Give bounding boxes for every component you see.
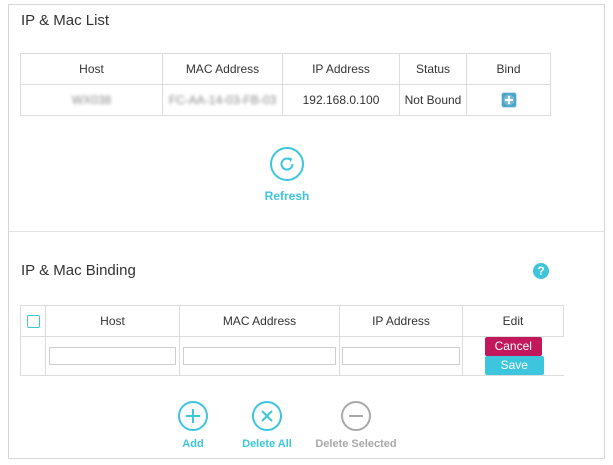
host-value: WX038 — [71, 93, 112, 107]
mac-value: FC-AA-14-03-FB-03 — [168, 93, 277, 107]
refresh-button[interactable]: Refresh — [252, 147, 322, 203]
refresh-icon — [270, 147, 304, 181]
column-header-ip: IP Address — [282, 53, 400, 85]
delete-all-button[interactable]: Delete All — [231, 401, 303, 450]
column-header-mac: MAC Address — [162, 53, 283, 85]
cell-ip: 192.168.0.100 — [282, 84, 400, 116]
mac-address-input[interactable] — [183, 347, 336, 365]
add-button[interactable]: Add — [171, 401, 215, 450]
table-header-row: Host MAC Address IP Address Edit — [20, 305, 564, 337]
ip-address-input[interactable] — [342, 347, 460, 365]
table-row-new-entry: CancelSave — [20, 336, 564, 376]
cancel-button[interactable]: Cancel — [484, 337, 542, 356]
save-button[interactable]: Save — [484, 356, 544, 375]
cell-status: Not Bound — [399, 84, 467, 116]
cell-mac: FC-AA-14-03-FB-03 — [162, 84, 283, 116]
column-header-mac: MAC Address — [179, 305, 340, 337]
table-row: WX038 FC-AA-14-03-FB-03 192.168.0.100 No… — [20, 84, 551, 116]
select-all-checkbox[interactable] — [26, 315, 40, 329]
section-divider — [9, 231, 604, 232]
delete-all-label: Delete All — [242, 438, 292, 450]
column-header-bind: Bind — [466, 53, 551, 85]
column-header-edit: Edit — [462, 305, 564, 337]
cell-mac-input — [179, 336, 340, 376]
cell-host-input — [45, 336, 180, 376]
column-header-status: Status — [399, 53, 467, 85]
delete-selected-label: Delete Selected — [315, 438, 397, 450]
column-header-ip: IP Address — [339, 305, 463, 337]
delete-selected-icon — [341, 401, 371, 431]
cell-bind — [466, 84, 551, 116]
cell-host: WX038 — [20, 84, 163, 116]
ip-mac-list-table: Host MAC Address IP Address Status Bind … — [20, 53, 551, 116]
cell-edit-actions: CancelSave — [462, 336, 564, 376]
cell-ip-input — [339, 336, 463, 376]
cell-empty — [20, 336, 46, 376]
ip-mac-binding-table: Host MAC Address IP Address Edit CancelS… — [20, 305, 564, 376]
host-input[interactable] — [48, 347, 177, 365]
section-title-ip-mac-binding: IP & Mac Binding — [21, 262, 136, 279]
column-header-host: Host — [45, 305, 180, 337]
column-header-host: Host — [20, 53, 163, 85]
section-title-ip-mac-list: IP & Mac List — [21, 12, 110, 29]
add-icon — [178, 401, 208, 431]
main-panel: IP & Mac List Host MAC Address IP Addres… — [8, 4, 605, 459]
delete-all-icon — [252, 401, 282, 431]
bind-plus-icon[interactable] — [500, 92, 517, 108]
help-icon[interactable]: ? — [533, 263, 549, 279]
refresh-label: Refresh — [264, 189, 310, 203]
add-label: Add — [182, 438, 204, 450]
delete-selected-button[interactable]: Delete Selected — [309, 401, 403, 450]
cell-select-all — [20, 305, 46, 337]
table-header-row: Host MAC Address IP Address Status Bind — [20, 53, 551, 85]
